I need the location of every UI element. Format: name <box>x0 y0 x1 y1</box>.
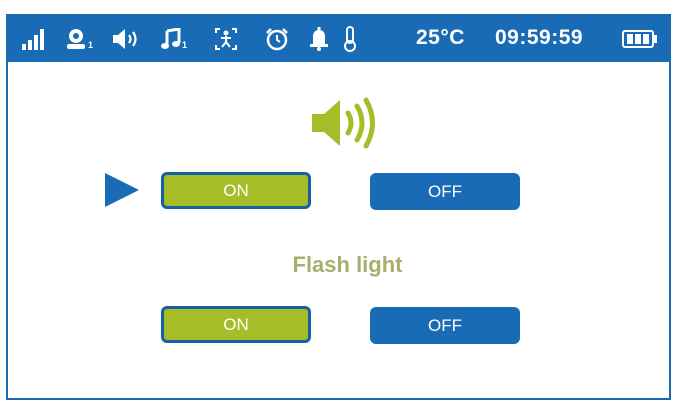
flash-light-title: Flash light <box>292 252 403 277</box>
speaker-icon <box>112 24 142 54</box>
baby-unit-index: 1 <box>88 40 94 50</box>
status-bar: 1 1 25°C 09:59:59 <box>8 16 669 62</box>
settings-panel: ON OFF Flash light ON OFF <box>8 62 669 400</box>
music-note-icon: 1 <box>161 24 187 54</box>
battery-icon <box>622 24 658 54</box>
sound-off-button[interactable]: OFF <box>370 173 520 210</box>
alarm-clock-icon <box>265 24 289 54</box>
signal-icon <box>22 24 46 54</box>
music-index: 1 <box>182 40 188 50</box>
speaker-icon <box>312 97 375 149</box>
clock-readout: 09:59:59 <box>495 26 584 49</box>
temperature-readout: 25°C <box>416 26 465 49</box>
flash-on-button[interactable]: ON <box>161 306 311 343</box>
screen-frame: 1 1 25°C 09:59:59 ON OFF Flash light ON … <box>6 14 671 400</box>
sound-on-button[interactable]: ON <box>161 172 311 209</box>
motion-icon <box>213 24 239 54</box>
baby-unit-icon: 1 <box>65 24 93 54</box>
flash-off-button[interactable]: OFF <box>370 307 520 344</box>
bell-icon <box>309 24 329 54</box>
thermometer-icon <box>343 24 357 54</box>
selection-pointer-icon <box>105 173 139 207</box>
